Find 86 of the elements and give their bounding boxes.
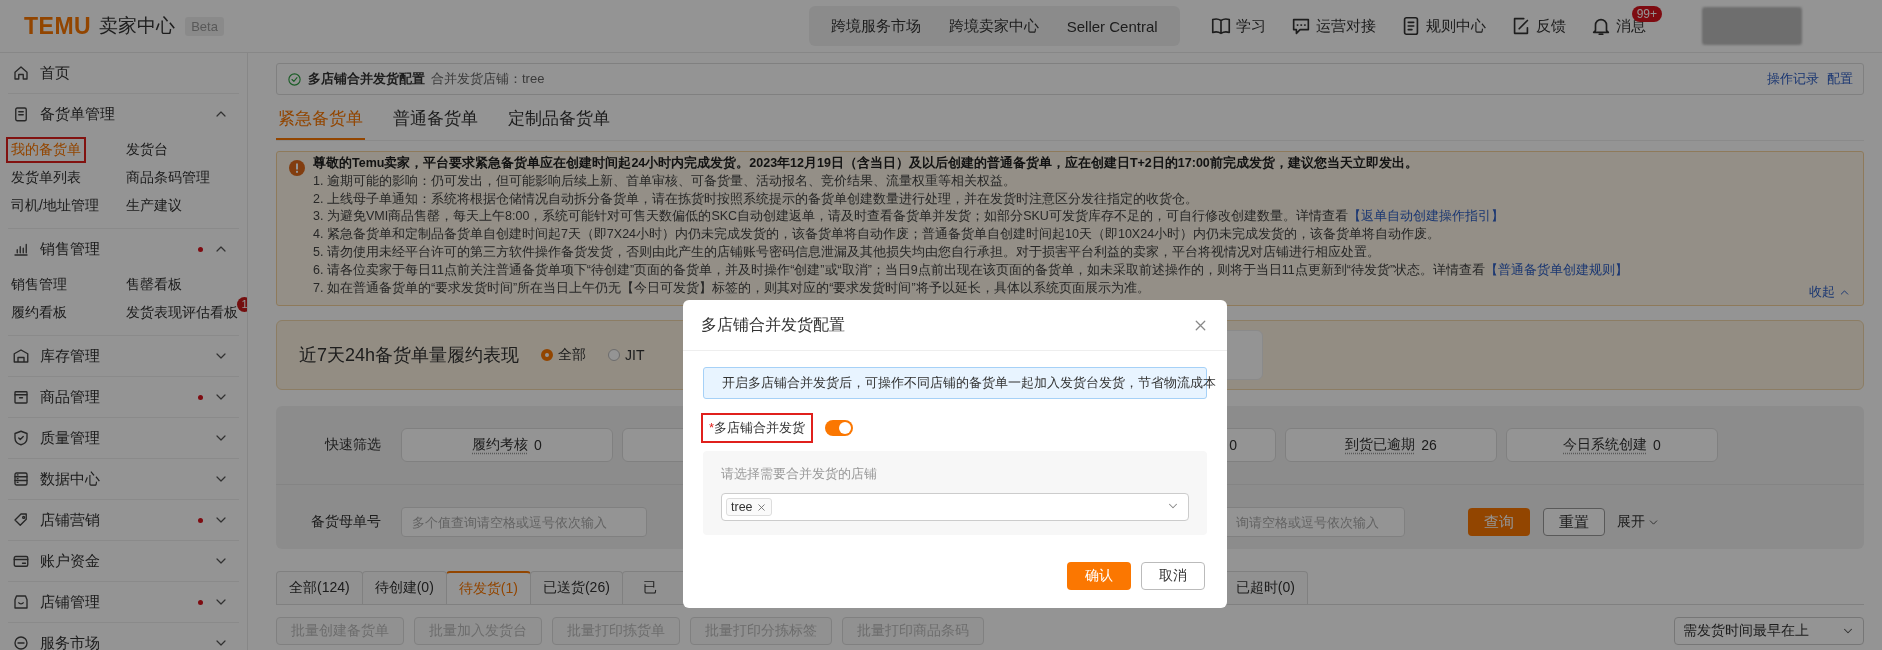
quick-filter-card[interactable]: 今日系统创建 0 xyxy=(1506,428,1718,463)
notice-text: 6. 请各位卖家于每日11点前关注普通备货单项下“待创建”页面的备货单，并及时操作“创建”或“取消”；当日9点前出现在该页面的备货单，如未采取前述操作的，则将于当日11点更新到“待发货”状态。详情查看【普通备货单创建规则】 xyxy=(313,261,1629,279)
filter-count: 26 xyxy=(1421,437,1437,454)
expand-button[interactable]: 展开 xyxy=(1617,513,1660,532)
header-tool-button[interactable]: 反馈 xyxy=(1509,15,1566,37)
quick-filter-card[interactable]: 到货已逾期 26 xyxy=(1285,428,1497,463)
notice-text: 1. 逾期可能的影响：仍可发出，但可能影响后续上新、首单审核、可备货量、活动报名、竞价结果、流量权重等相关权益。 xyxy=(313,172,1016,190)
book-icon xyxy=(1209,15,1232,37)
link[interactable]: 配置 xyxy=(1827,70,1853,88)
box-icon xyxy=(12,388,30,406)
warning-icon xyxy=(289,160,305,176)
quick-filter-card[interactable]: 履约考核 0 xyxy=(401,428,613,463)
info-text: 合并发货店铺：tree xyxy=(431,70,545,88)
count-badge: 1 xyxy=(237,296,247,312)
sort-select[interactable]: 需发货时间最早在上 xyxy=(1674,617,1864,646)
logo: TEMU xyxy=(24,12,92,40)
sidebar-subitem[interactable]: 生产建议 xyxy=(123,195,185,217)
collapse-button[interactable]: 收起 xyxy=(1809,283,1851,302)
sidebar-item[interactable]: 备货单管理 xyxy=(12,104,115,124)
order-type-tab[interactable]: 普通备货单 xyxy=(391,101,480,140)
sidebar-subitem[interactable]: 发货单列表 xyxy=(8,167,84,189)
count-badge: 99+ xyxy=(1631,6,1662,22)
sidebar-item[interactable]: 质量管理 xyxy=(12,428,100,448)
sidebar-item[interactable]: 店铺营销 xyxy=(12,510,100,530)
notice-text: 5. 请勿使用未经平台许可的第三方软件操作备货发货，否则由此产生的店铺账号密码信息泄漏及其他损失均由您自行承担。对于损害平台利益的卖家，平台将视情况对店铺进行相应处置。 xyxy=(313,244,1380,261)
nav-link[interactable]: Seller Central xyxy=(1052,17,1172,35)
radio-option[interactable]: 全部 xyxy=(541,346,587,365)
filter-name: 履约考核 xyxy=(472,436,529,455)
sidebar-item[interactable]: 店铺管理 xyxy=(12,592,100,612)
sidebar-subitem[interactable]: 商品条码管理 xyxy=(123,167,213,189)
header-tool-button[interactable]: 规则中心 xyxy=(1399,15,1486,37)
reset-button[interactable]: 重置 xyxy=(1543,508,1605,537)
info-title: 多店铺合并发货配置 xyxy=(308,70,425,88)
sidebar-item[interactable]: 商品管理 xyxy=(12,387,100,407)
link[interactable]: 【普通备货单创建规则】 xyxy=(1485,262,1629,277)
sidebar-item[interactable]: 数据中心 xyxy=(12,469,100,489)
sidebar-item[interactable]: 销售管理 xyxy=(12,239,100,259)
field-label: 备货母单号 xyxy=(310,513,382,532)
sidebar-subitem[interactable]: 司机/地址管理 xyxy=(8,195,102,217)
notice-text: 7. 如在普通备货单的“要求发货时间”所在当日上午仍无【今日可发货】标签的，则其对应的“要求发货时间”将予以延长，具体以系统页面展示为准。 xyxy=(313,279,1150,297)
link[interactable]: 操作记录 xyxy=(1767,70,1819,88)
filter-name: 今日系统创建 xyxy=(1563,436,1648,455)
notice-text: 2. 上线母子单通知：系统将根据仓储情况自动拆分备货单，请在拣货时按照系统提示的备货单创建数量进行处理，并在发货时注意区分发往指定的收货仓。 xyxy=(313,190,1198,208)
cancel-button[interactable]: 取消 xyxy=(1141,562,1205,590)
field-label: *多店铺合并发货 xyxy=(703,415,812,441)
toggle-switch[interactable] xyxy=(825,420,854,436)
dialog-title: 多店铺合并发货配置 xyxy=(701,314,845,335)
check-circle-icon xyxy=(287,71,302,87)
filter-count: 0 xyxy=(534,437,542,454)
alert-text: 开启多店铺合并发货后，可操作不同店铺的备货单一起加入发货台发货，节省物流成本 xyxy=(722,374,1216,392)
sidebar-item[interactable]: 服务市场 xyxy=(12,633,100,650)
tag-icon xyxy=(12,511,30,529)
filter-count: 0 xyxy=(1229,437,1237,454)
close-icon xyxy=(755,501,767,513)
link[interactable]: 【返单自动创建操作指引】 xyxy=(1347,209,1504,224)
status-tab[interactable]: 全部(124) xyxy=(276,571,363,605)
order-type-tab[interactable]: 定制品备货单 xyxy=(506,101,612,140)
notice-title: 尊敬的Temu卖家，平台要求紧急备货单应在创建时间起24小时内完成发货。2023年12月19日（含当日）及以后创建的普通备货单，应在创建日T+2日的17:00前完成发货，建议您当天立即发出。 xyxy=(313,155,1419,172)
sidebar-item[interactable]: 账户资金 xyxy=(12,551,100,571)
app-title: 卖家中心 xyxy=(99,14,176,38)
header-tool-button[interactable]: 学习 xyxy=(1209,15,1266,37)
database-icon xyxy=(12,470,30,488)
nav-link[interactable]: 跨境服务市场 xyxy=(816,16,935,36)
sidebar-subitem[interactable]: 发货台 xyxy=(123,139,171,161)
sidebar-item[interactable]: 首页 xyxy=(12,63,70,83)
sidebar-subitem[interactable]: 销售管理 xyxy=(8,274,70,296)
shop-icon xyxy=(12,593,30,611)
header-tool-button[interactable]: 运营对接 xyxy=(1289,15,1376,37)
store-tag: tree xyxy=(726,498,772,516)
radio-option[interactable]: JIT xyxy=(608,347,645,364)
notice-text: 3. 为避免VMI商品售罄，每天上午8:00，系统可能针对可售天数偏低的SKC自动创建返单，请及时查看备货单并发货；如部分SKU可发货库存不足的，可自行修改创建数量。详情查看【返单自动创建操作指引】 xyxy=(313,208,1504,226)
store-select-label: 请选择需要合并发货的店铺 xyxy=(721,465,878,483)
shield-icon xyxy=(12,429,30,447)
filter-count: 0 xyxy=(1653,437,1661,454)
sidebar-subitem[interactable]: 售罄看板 xyxy=(123,274,185,296)
sidebar-item[interactable]: 库存管理 xyxy=(12,346,100,366)
warehouse-icon xyxy=(12,347,30,365)
filter-name: 到货已逾期 xyxy=(1345,436,1416,455)
sidebar-subitem[interactable]: 履约看板 xyxy=(8,302,70,324)
filter-label: 快速筛选 xyxy=(323,436,382,455)
clipboard-icon xyxy=(12,105,30,123)
nav-link[interactable]: 跨境卖家中心 xyxy=(934,16,1053,36)
store-select[interactable]: tree xyxy=(721,493,1189,521)
performance-title: 近7天24h备货单量履约表现 xyxy=(299,344,520,368)
home-icon xyxy=(12,64,30,82)
notice-text: 4. 紧急备货单和定制品备货单自创建时间起7天（即7X24小时）内仍未完成发货的，该备货单将自动作废；普通备货单自创建时间起10天（即10X24小时）内仍未完成发货的，该备货单将自动作废。 xyxy=(313,226,1441,244)
